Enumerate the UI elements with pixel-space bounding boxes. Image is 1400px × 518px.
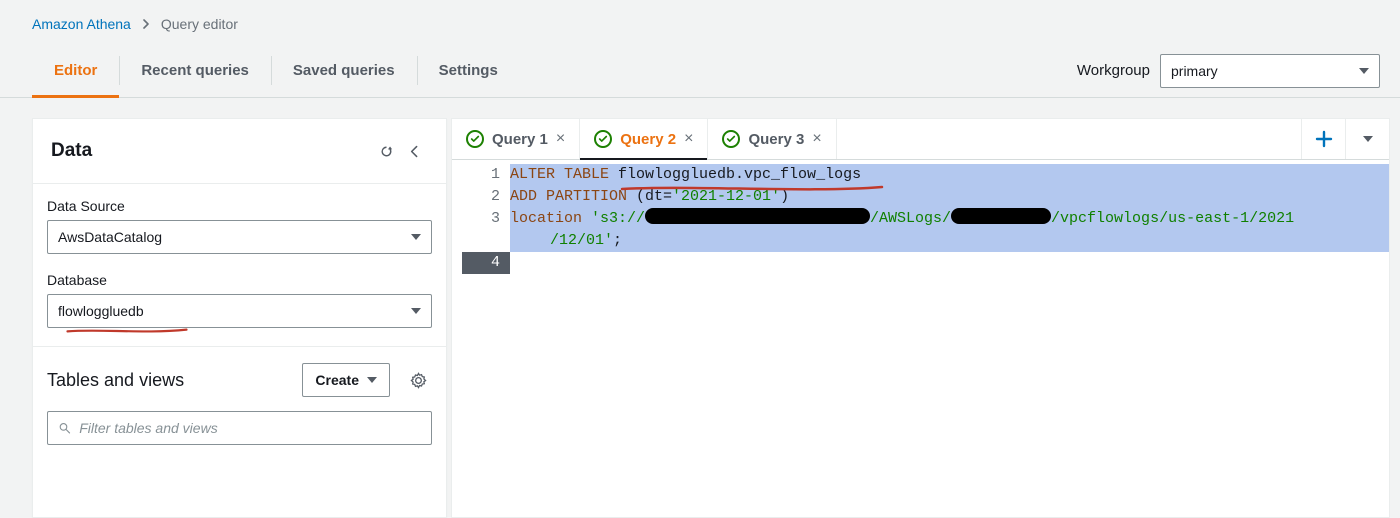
caret-down-icon <box>411 234 421 240</box>
caret-down-icon <box>1363 136 1373 142</box>
close-icon[interactable]: × <box>812 131 821 147</box>
close-icon[interactable]: × <box>684 131 693 147</box>
close-icon[interactable]: × <box>556 131 565 147</box>
database-value: flowloggluedb <box>58 303 144 319</box>
redaction <box>951 208 1051 224</box>
tab-recent-queries[interactable]: Recent queries <box>119 44 271 97</box>
refresh-icon <box>378 143 395 160</box>
data-panel-title: Data <box>51 140 372 162</box>
data-panel: Data Data Source AwsDataCatalog Database… <box>32 118 447 518</box>
breadcrumb-current: Query editor <box>161 16 238 32</box>
breadcrumb-root[interactable]: Amazon Athena <box>32 16 131 32</box>
workgroup-label: Workgroup <box>1077 62 1150 79</box>
editor-line: location 's3:///AWSLogs//vpcflowlogs/us-… <box>510 208 1389 230</box>
tab-saved-queries[interactable]: Saved queries <box>271 44 417 97</box>
annotation-underline-icon <box>57 327 197 334</box>
gear-icon <box>410 372 427 389</box>
primary-tabs: Editor Recent queries Saved queries Sett… <box>32 44 520 97</box>
tab-settings[interactable]: Settings <box>417 44 520 97</box>
caret-down-icon <box>411 308 421 314</box>
query-tab-2[interactable]: Query 2 × <box>580 119 708 159</box>
database-field: Database flowloggluedb <box>47 272 432 328</box>
add-query-tab-button[interactable] <box>1301 119 1345 159</box>
workgroup-value: primary <box>1171 63 1218 79</box>
editor-gutter: 1234 <box>452 160 510 517</box>
sql-editor[interactable]: 1234 ALTER TABLE flowloggluedb.vpc_flow_… <box>452 160 1389 517</box>
refresh-button[interactable] <box>372 137 400 165</box>
database-select[interactable]: flowloggluedb <box>47 294 432 328</box>
create-label: Create <box>315 372 359 388</box>
query-tab-more-button[interactable] <box>1345 119 1389 159</box>
chevron-left-icon <box>406 143 423 160</box>
tables-settings-button[interactable] <box>404 366 432 394</box>
create-button[interactable]: Create <box>302 363 390 397</box>
filter-tables-input[interactable] <box>79 420 421 436</box>
caret-down-icon <box>367 377 377 383</box>
editor-line: ADD PARTITION (dt='2021-12-01') <box>510 186 1389 208</box>
redaction <box>645 208 870 224</box>
primary-tab-bar: Editor Recent queries Saved queries Sett… <box>0 44 1400 98</box>
data-source-value: AwsDataCatalog <box>58 229 162 245</box>
query-tab-3[interactable]: Query 3 × <box>708 119 836 159</box>
editor-lines[interactable]: ALTER TABLE flowloggluedb.vpc_flow_logsA… <box>510 160 1389 517</box>
tables-views-header: Tables and views Create <box>47 363 432 397</box>
editor-area: Query 1 × Query 2 × Query 3 × 1234 <box>451 118 1390 518</box>
data-source-label: Data Source <box>47 198 432 214</box>
status-success-icon <box>722 130 740 148</box>
editor-line: /12/01'; <box>510 230 1389 252</box>
query-tabs: Query 1 × Query 2 × Query 3 × <box>452 119 1389 160</box>
query-tab-name: Query 1 <box>492 131 548 148</box>
query-tab-1[interactable]: Query 1 × <box>452 119 580 159</box>
caret-down-icon <box>1359 68 1369 74</box>
database-label: Database <box>47 272 432 288</box>
plus-icon <box>1315 130 1333 148</box>
workgroup-selector: Workgroup primary <box>1077 44 1380 97</box>
main-split: Data Data Source AwsDataCatalog Database… <box>0 98 1400 518</box>
editor-line <box>510 252 1389 274</box>
divider <box>33 346 446 347</box>
query-tab-name: Query 2 <box>620 131 676 148</box>
filter-tables-input-wrap[interactable] <box>47 411 432 445</box>
search-icon <box>58 421 71 435</box>
tab-editor[interactable]: Editor <box>32 44 119 97</box>
tables-views-title: Tables and views <box>47 370 292 391</box>
workgroup-select[interactable]: primary <box>1160 54 1380 88</box>
breadcrumb: Amazon Athena Query editor <box>0 0 1400 44</box>
data-source-select[interactable]: AwsDataCatalog <box>47 220 432 254</box>
chevron-right-icon <box>141 16 151 32</box>
editor-line: ALTER TABLE flowloggluedb.vpc_flow_logs <box>510 164 1389 186</box>
status-success-icon <box>466 130 484 148</box>
query-tab-name: Query 3 <box>748 131 804 148</box>
status-success-icon <box>594 130 612 148</box>
collapse-panel-button[interactable] <box>400 137 428 165</box>
data-source-field: Data Source AwsDataCatalog <box>47 198 432 254</box>
